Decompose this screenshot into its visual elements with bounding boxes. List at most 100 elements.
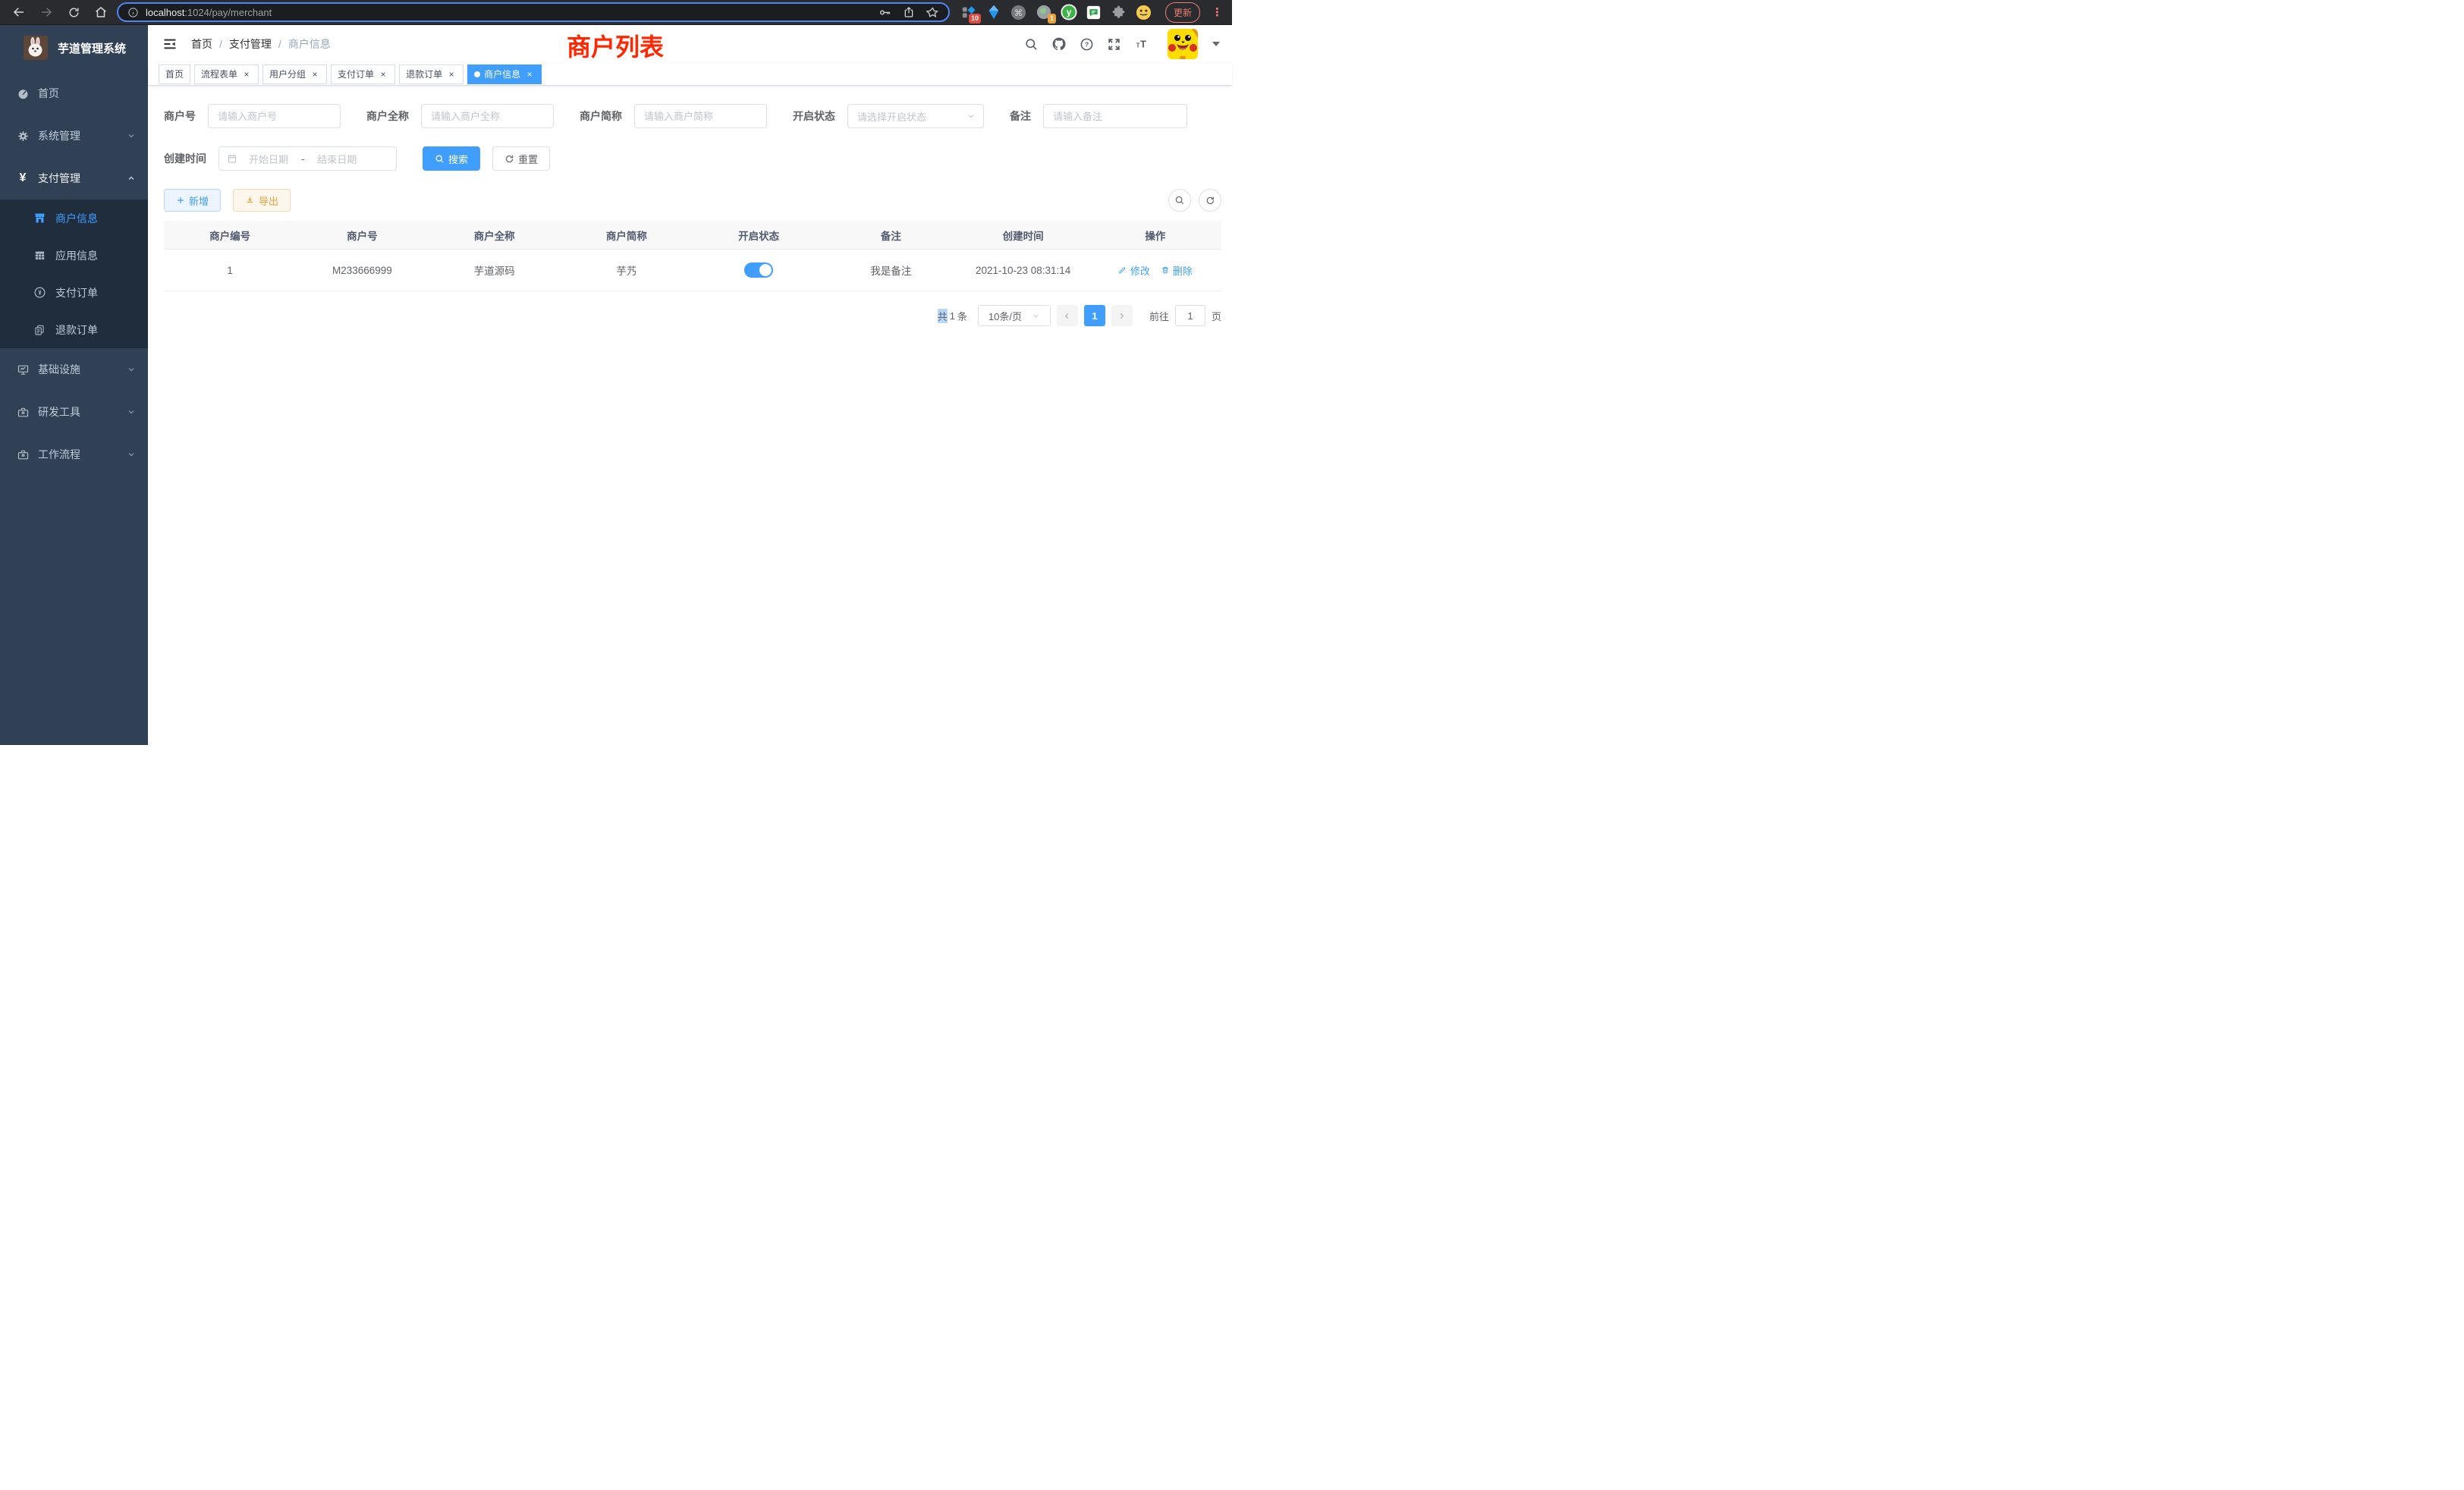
status-select[interactable]: 请选择开启状态 <box>847 104 984 128</box>
font-size-icon[interactable]: TT <box>1134 37 1150 52</box>
browser-toolbar: localhost:1024/pay/merchant 10 ⌘ 1 y 更新 … <box>0 0 1232 25</box>
end-date-placeholder: 结束日期 <box>317 152 357 166</box>
close-icon[interactable]: × <box>378 69 388 80</box>
sidebar-item-refund-order[interactable]: 退款订单 <box>0 311 148 348</box>
table-toolbar: 新增 导出 <box>164 189 1221 212</box>
tab-merchant-info[interactable]: 商户信息× <box>467 64 542 84</box>
avatar[interactable] <box>1168 29 1198 59</box>
breadcrumb: 首页 / 支付管理 / 商户信息 <box>191 36 331 52</box>
sidebar-item-infrastructure[interactable]: 基础设施 <box>0 348 148 391</box>
yen-circle-icon: ¥ <box>31 286 48 299</box>
sidebar-item-merchant-info[interactable]: 商户信息 <box>0 200 148 237</box>
ext-v-icon[interactable]: y <box>1061 4 1077 20</box>
page-size-select[interactable]: 10条/页 <box>978 305 1051 326</box>
hide-search-button[interactable] <box>1168 189 1191 212</box>
close-icon[interactable]: × <box>310 69 320 80</box>
column-header: 开启状态 <box>693 228 825 243</box>
sidebar-item-home[interactable]: 首页 <box>0 72 148 115</box>
browser-update-button[interactable]: 更新 <box>1165 2 1200 23</box>
sidebar: 芋道管理系统 首页 系统管理 ¥ 支付管理 商户信息 应用信息 ¥ 支付订单 退… <box>0 25 148 745</box>
extensions-puzzle-icon[interactable] <box>1111 4 1127 20</box>
share-icon[interactable] <box>903 6 915 18</box>
breadcrumb-payment[interactable]: 支付管理 <box>229 36 272 52</box>
sidebar-item-dev-tools[interactable]: 研发工具 <box>0 391 148 433</box>
url-bar[interactable]: localhost:1024/pay/merchant <box>117 2 950 22</box>
add-button[interactable]: 新增 <box>164 189 221 212</box>
extensions-row: 10 ⌘ 1 y 更新 ⋮ <box>960 2 1224 23</box>
merchant-name-input[interactable] <box>421 104 554 128</box>
close-icon[interactable]: × <box>241 69 252 80</box>
help-icon[interactable]: ? <box>1080 37 1094 52</box>
ext-diamond-icon[interactable]: 10 <box>960 4 977 20</box>
tab-process-form[interactable]: 流程表单× <box>194 64 259 84</box>
fullscreen-icon[interactable] <box>1107 37 1121 52</box>
create-time-label: 创建时间 <box>164 151 206 166</box>
page-number-button[interactable]: 1 <box>1084 305 1105 326</box>
github-icon[interactable] <box>1051 36 1067 52</box>
bookmark-star-icon[interactable] <box>926 6 939 19</box>
prev-page-button[interactable] <box>1057 305 1078 326</box>
merchant-no-input[interactable] <box>208 104 341 128</box>
sidebar-item-payment[interactable]: ¥ 支付管理 <box>0 157 148 200</box>
sidebar-item-system[interactable]: 系统管理 <box>0 115 148 157</box>
avatar-caret-icon[interactable] <box>1212 42 1220 46</box>
browser-menu-icon[interactable]: ⋮ <box>1212 7 1223 18</box>
svg-text:y: y <box>1067 7 1072 17</box>
reset-button[interactable]: 重置 <box>492 146 550 171</box>
chevron-up-icon <box>127 174 136 183</box>
goto-page-input[interactable] <box>1175 305 1205 326</box>
table-header-row: 商户编号 商户号 商户全称 商户简称 开启状态 备注 创建时间 操作 <box>164 221 1221 250</box>
breadcrumb-home[interactable]: 首页 <box>191 36 212 52</box>
app-logo-row[interactable]: 芋道管理系统 <box>0 25 148 72</box>
trash-icon <box>1161 266 1170 275</box>
remark-input[interactable] <box>1043 104 1187 128</box>
export-button[interactable]: 导出 <box>233 189 291 212</box>
refresh-icon <box>1205 195 1215 206</box>
svg-text:?: ? <box>1085 40 1089 48</box>
dashboard-icon <box>14 87 31 100</box>
plus-icon <box>176 196 185 205</box>
tab-pay-order[interactable]: 支付订单× <box>331 64 395 84</box>
sidebar-item-pay-order[interactable]: ¥ 支付订单 <box>0 274 148 311</box>
delete-link[interactable]: 删除 <box>1161 263 1193 278</box>
create-time-range-picker[interactable]: 开始日期 - 结束日期 <box>218 146 397 171</box>
app-title: 芋道管理系统 <box>58 40 126 56</box>
pagination-goto: 前往 页 <box>1149 305 1221 326</box>
close-icon[interactable]: × <box>446 69 457 80</box>
download-icon <box>245 196 255 206</box>
pagination: 共 1 条 10条/页 1 前往 页 <box>164 305 1221 326</box>
sidebar-item-app-info[interactable]: 应用信息 <box>0 237 148 274</box>
tab-user-group[interactable]: 用户分组× <box>262 64 327 84</box>
sidebar-item-workflow[interactable]: 工作流程 <box>0 433 148 476</box>
back-icon[interactable] <box>8 2 30 22</box>
collapse-sidebar-icon[interactable] <box>162 36 178 52</box>
column-header: 备注 <box>825 228 957 243</box>
tab-home[interactable]: 首页 <box>159 64 190 84</box>
search-icon[interactable] <box>1024 37 1039 52</box>
tab-refund-order[interactable]: 退款订单× <box>399 64 464 84</box>
merchant-table: 商户编号 商户号 商户全称 商户简称 开启状态 备注 创建时间 操作 1 M23… <box>164 221 1221 291</box>
status-toggle[interactable] <box>744 262 773 278</box>
ext-emoji-icon[interactable] <box>1136 4 1152 20</box>
close-icon[interactable]: × <box>524 69 535 80</box>
edit-link[interactable]: 修改 <box>1118 263 1150 278</box>
reload-icon[interactable] <box>62 2 85 22</box>
column-header: 商户简称 <box>561 228 693 243</box>
chevron-down-icon <box>127 450 136 459</box>
ext-command-icon[interactable]: ⌘ <box>1010 4 1027 20</box>
next-page-button[interactable] <box>1111 305 1133 326</box>
ext-gem-icon[interactable] <box>985 4 1002 20</box>
ext-chat-icon[interactable] <box>1086 4 1102 20</box>
site-info-icon[interactable] <box>127 7 139 18</box>
cell-merchant-name: 芋道源码 <box>429 262 561 278</box>
ext-proxy-icon[interactable]: 1 <box>1036 4 1052 20</box>
cell-merchant-no: M233666999 <box>296 265 428 276</box>
merchant-short-input[interactable] <box>634 104 767 128</box>
key-icon[interactable] <box>878 6 891 19</box>
chevron-down-icon <box>966 112 976 121</box>
search-button[interactable]: 搜索 <box>423 146 480 171</box>
refresh-table-button[interactable] <box>1199 189 1221 212</box>
home-icon[interactable] <box>90 2 112 22</box>
monitor-icon <box>14 363 31 376</box>
forward-icon[interactable] <box>35 2 58 22</box>
